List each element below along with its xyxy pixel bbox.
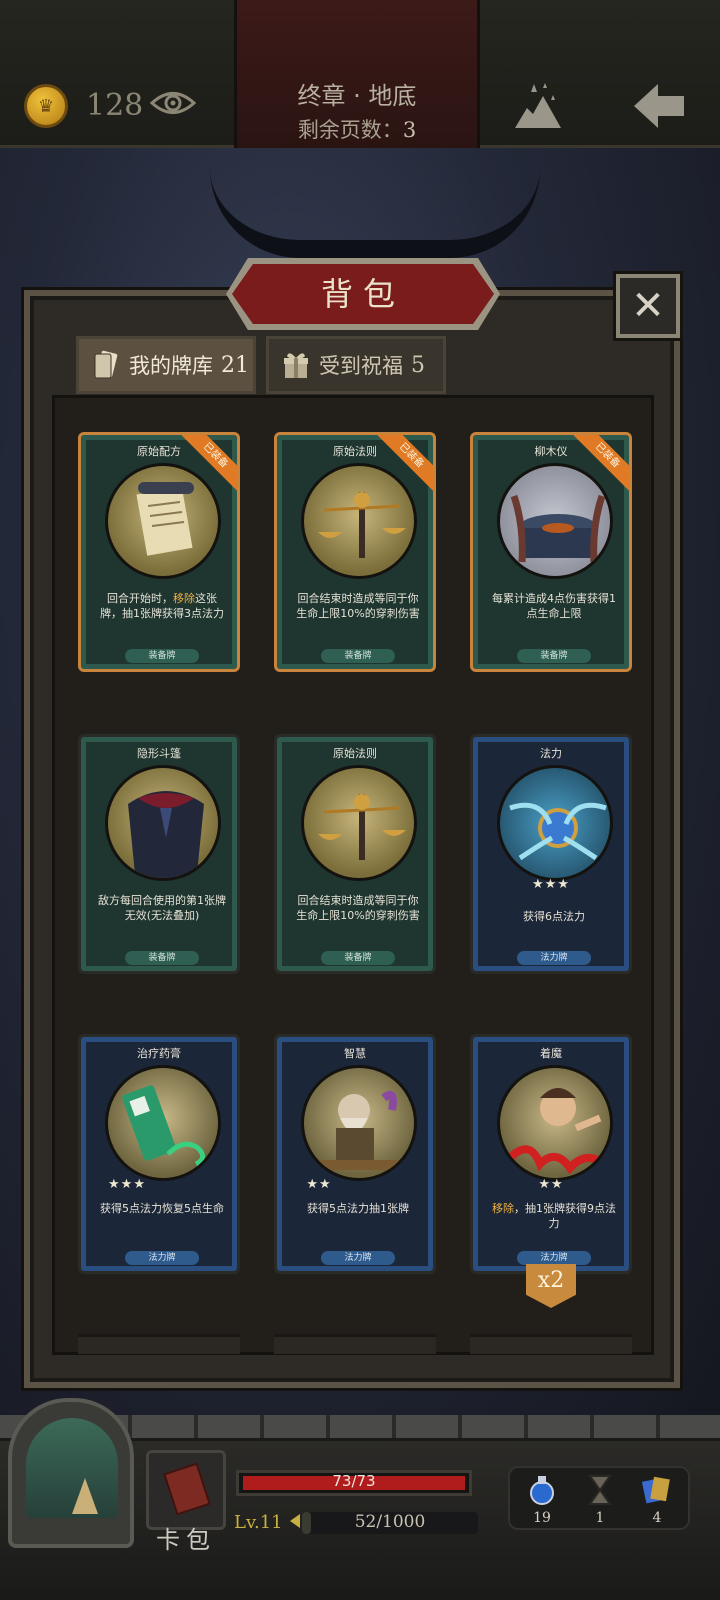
card-text: 回合结束时造成等同于你生命上限10%的穿刺伤害 (296, 894, 420, 922)
player-level: Lv.11 (234, 1512, 283, 1533)
cards-icon (94, 350, 118, 379)
next-row-card[interactable] (274, 1334, 436, 1354)
tab-blessings-count: 5 (411, 352, 425, 378)
eye-icon[interactable] (150, 88, 196, 118)
card-text-highlight: 移除 (173, 592, 195, 605)
card-stars: ★★ (538, 1177, 564, 1192)
card-type-pill: 装备牌 (321, 951, 395, 965)
altar-art (497, 463, 613, 579)
card-text: 回合结束时造成等同于你生命上限10%的穿刺伤害 (296, 592, 420, 620)
card-name: 隐形斗篷 (137, 747, 181, 760)
card-type-pill: 装备牌 (517, 649, 591, 663)
remaining-pages-label: 剩余页数： (297, 118, 403, 142)
map-icon[interactable] (513, 82, 563, 130)
close-icon: ✕ (631, 283, 665, 329)
next-row-card[interactable] (78, 1334, 240, 1354)
card-invisible-cloak[interactable]: 隐形斗篷 敌方每回合使用的第1张牌无效(无法叠加) 装备牌 (78, 734, 240, 974)
card-text: 回合开始时，移除这张牌，抽1张牌获得3点法力 (97, 591, 227, 621)
card-primal-law-2[interactable]: 原始法则 回合结束时造成等同于你生命上限10%的穿刺伤害 装备牌 (274, 734, 436, 974)
avatar-figure (72, 1478, 98, 1514)
possessed-art (497, 1065, 613, 1181)
card-stars: ★★ (306, 1177, 332, 1192)
card-text-part: ，抽1张牌获得9点法力 (514, 1202, 616, 1230)
card-name: 法力 (540, 747, 562, 760)
card-text: 获得5点法力抽1张牌 (307, 1202, 409, 1215)
card-type-pill: 装备牌 (321, 649, 395, 663)
tab-blessings[interactable]: 受到祝福 5 (266, 336, 446, 394)
hp-text: 73/73 (332, 1472, 376, 1490)
card-wisdom[interactable]: 智慧 ★★ 获得5点法力抽1张牌 法力牌 (274, 1034, 436, 1274)
next-row-card[interactable] (470, 1334, 632, 1354)
chapter-title: 终章 · 地底 (297, 82, 417, 110)
card-text: 获得5点法力恢复5点生命 (100, 1202, 224, 1215)
avatar-frame (26, 1418, 118, 1518)
mana-orb-art (497, 765, 613, 881)
card-possessed[interactable]: 着魔 ★★ 移除，抽1张牌获得9点法力 法力牌 (470, 1034, 632, 1274)
tab-blessings-label: 受到祝福 (319, 354, 403, 378)
card-healing-salve[interactable]: 治疗药膏 ★★★ 获得5点法力恢复5点生命 法力牌 (78, 1034, 240, 1274)
level-arrow-icon (290, 1514, 300, 1528)
gold-count: 128 (86, 88, 144, 123)
card-primal-law[interactable]: 原始法则 已装备 回合结束时造成等同于你生命上限10%的穿刺伤害 装备牌 (274, 432, 436, 672)
gift-icon (284, 353, 308, 378)
card-type-pill: 法力牌 (321, 1251, 395, 1265)
player-avatar[interactable] (8, 1398, 134, 1548)
card-type-pill: 法力牌 (517, 1251, 591, 1265)
card-mana[interactable]: 法力 ★★★ 获得6点法力 法力牌 (470, 734, 632, 974)
remaining-pages: 剩余页数：3 (234, 114, 480, 144)
tab-my-deck-count: 21 (221, 352, 249, 378)
cards-icon (641, 1476, 670, 1504)
card-text: 移除，抽1张牌获得9点法力 (489, 1201, 619, 1231)
cards-count: 4 (652, 1510, 662, 1526)
scales-art (301, 765, 417, 881)
card-stars: ★★★ (108, 1177, 146, 1192)
cloak-art (105, 765, 221, 881)
card-name: 治疗药膏 (137, 1047, 181, 1060)
close-button[interactable]: ✕ (616, 274, 680, 338)
deck-book-label: 卡包 (156, 1526, 216, 1554)
card-type-pill: 装备牌 (125, 649, 199, 663)
card-name: 原始法则 (333, 747, 377, 760)
card-text: 获得6点法力 (523, 910, 585, 923)
gold-coin-icon: ♛ (24, 84, 68, 128)
background-arch (210, 168, 540, 258)
card-text-highlight: 移除 (492, 1202, 514, 1215)
card-stars: ★★★ (532, 877, 570, 892)
tab-my-deck[interactable]: 我的牌库 21 (76, 336, 256, 394)
remaining-pages-value: 3 (402, 118, 417, 142)
salve-tube-art (105, 1065, 221, 1181)
book-icon (163, 1462, 211, 1516)
card-type-pill: 法力牌 (517, 951, 591, 965)
card-text: 敌方每回合使用的第1张牌无效(无法叠加) (98, 894, 226, 922)
card-name: 智慧 (344, 1047, 366, 1060)
card-text-part: 回合开始时， (107, 592, 173, 605)
scroll-art (105, 463, 221, 579)
tab-my-deck-label: 我的牌库 (129, 354, 213, 378)
hourglass-icon (588, 1475, 612, 1505)
card-type-pill: 法力牌 (125, 1251, 199, 1265)
card-type-pill: 装备牌 (125, 951, 199, 965)
deck-book-button[interactable] (146, 1450, 226, 1530)
potion-count: 19 (533, 1510, 551, 1526)
sage-art (301, 1065, 417, 1181)
card-text: 每累计造成4点伤害获得1点生命上限 (492, 592, 616, 620)
back-arrow-icon[interactable] (632, 82, 686, 130)
hourglass-count: 1 (595, 1510, 605, 1526)
scales-art (301, 463, 417, 579)
card-primal-recipe[interactable]: 原始配方 已装备 回合开始时，移除这张牌，抽1张牌获得3点法力 装备牌 (78, 432, 240, 672)
xp-text: 52/1000 (354, 1512, 426, 1532)
panel-title: 背包 (320, 275, 405, 313)
potion-icon (530, 1476, 554, 1505)
card-name: 着魔 (540, 1047, 562, 1060)
card-willow-altar[interactable]: 柳木仪 已装备 每累计造成4点伤害获得1点生命上限 装备牌 (470, 432, 632, 672)
